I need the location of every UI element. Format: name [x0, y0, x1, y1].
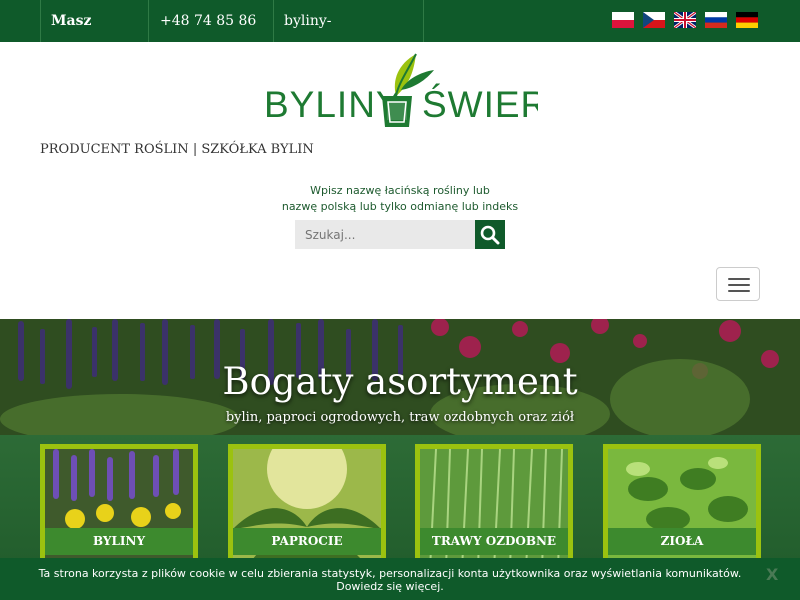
cookie-message: Ta strona korzysta z plików cookie w cel…: [38, 567, 742, 580]
search-hint-line1: Wpisz nazwę łacińską rośliny lub: [310, 184, 490, 197]
language-switcher: [612, 12, 758, 28]
site-logo[interactable]: BYLINY ŚWIERK: [264, 50, 538, 130]
logo-text-right: ŚWIERK: [422, 83, 538, 125]
top-bar: Masz pytania? +48 74 85 86 332 byliny-sw…: [0, 0, 800, 71]
flag-ru-icon[interactable]: [705, 12, 727, 28]
flag-de-icon[interactable]: [736, 12, 758, 28]
category-label-ziola: ZIOŁA: [608, 528, 756, 555]
hamburger-icon: [728, 278, 750, 280]
questions-label: Masz pytania?: [40, 0, 148, 71]
category-card-trawy-ozdobne[interactable]: TRAWY OZDOBNE: [415, 444, 573, 574]
flag-cz-icon[interactable]: [643, 12, 665, 28]
search-button[interactable]: [475, 220, 505, 249]
hero-subtitle: bylin, paproci ogrodowych, traw ozdobnyc…: [225, 410, 575, 425]
menu-toggle-button[interactable]: [716, 267, 760, 301]
flag-uk-icon[interactable]: [674, 12, 696, 28]
category-card-paprocie[interactable]: PAPROCIE: [228, 444, 386, 574]
category-label-trawy-ozdobne: TRAWY OZDOBNE: [420, 528, 568, 555]
email-link[interactable]: byliny-swierk@wp.pl: [273, 0, 424, 71]
category-label-paprocie: PAPROCIE: [233, 528, 381, 555]
search-hint-line2: nazwę polską lub tylko odmianę lub indek…: [281, 200, 519, 213]
category-card-byliny[interactable]: BYLINY: [40, 444, 198, 574]
hero-title: Bogaty asortyment: [222, 360, 578, 403]
cookie-banner: Ta strona korzysta z plików cookie w cel…: [0, 558, 800, 600]
category-label-byliny: BYLINY: [45, 528, 193, 555]
tagline: PRODUCENT ROŚLIN | SZKÓŁKA BYLIN: [40, 142, 314, 157]
cookie-more-link[interactable]: Dowiedz się więcej.: [20, 580, 760, 593]
search-hint: Wpisz nazwę łacińską rośliny lub nazwę p…: [270, 183, 530, 215]
flag-pl-icon[interactable]: [612, 12, 634, 28]
search-icon: [480, 225, 500, 244]
cookie-close-button[interactable]: X: [766, 565, 778, 584]
cookie-text: Ta strona korzysta z plików cookie w cel…: [20, 567, 760, 593]
logo-text-left: BYLINY: [264, 84, 402, 125]
category-card-ziola[interactable]: ZIOŁA: [603, 444, 761, 574]
phone-link[interactable]: +48 74 85 86 332: [148, 0, 273, 71]
search-input[interactable]: [295, 220, 475, 249]
